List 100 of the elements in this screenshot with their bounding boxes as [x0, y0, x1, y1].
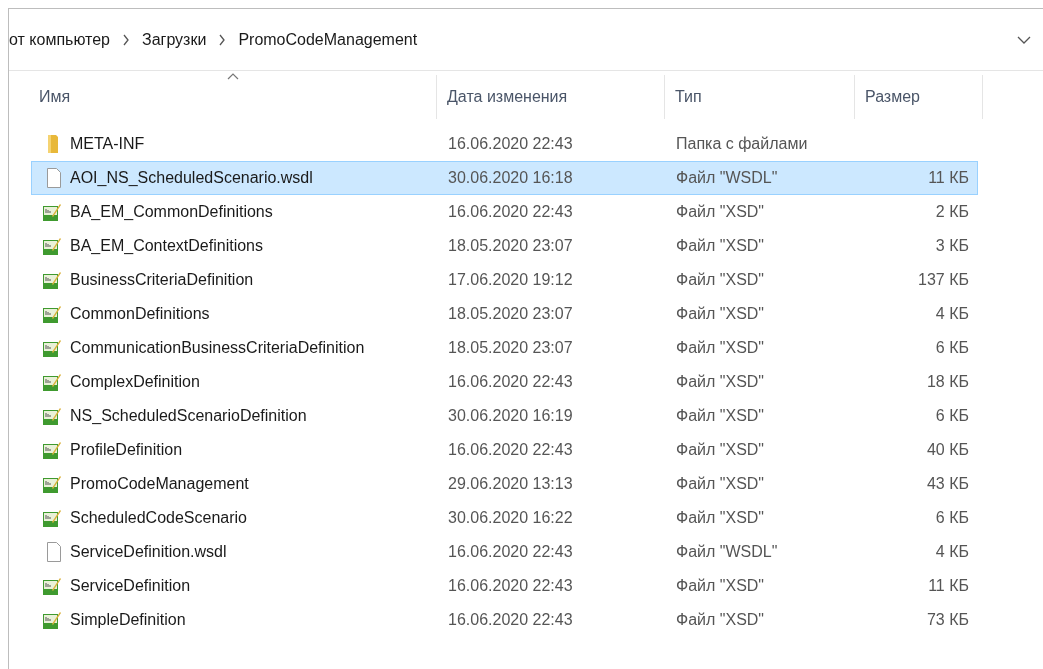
file-row[interactable]: AOI_NS_ScheduledScenario.wsdl 30.06.2020 16:18 Файл "WSDL" 11 КБ [31, 161, 978, 195]
spreadsheet-file-icon [42, 304, 62, 324]
modified-date: 16.06.2020 22:43 [447, 610, 574, 630]
file-type: Файл "XSD" [675, 440, 766, 460]
file-row[interactable]: ComplexDefinition 16.06.2020 22:43 Файл "XSD" 18 КБ [31, 365, 978, 399]
file-row[interactable]: BA_EM_ContextDefinitions 18.05.2020 23:07 Файл "XSD" 3 КБ [31, 229, 978, 263]
file-row[interactable]: PromoCodeManagement 29.06.2020 13:13 Файл "XSD" 43 КБ [31, 467, 978, 501]
modified-date: 18.05.2020 23:07 [447, 304, 574, 324]
modified-date: 16.06.2020 22:43 [447, 202, 574, 222]
file-name: ScheduledCodeScenario [69, 508, 248, 528]
column-header[interactable]: Дата изменения [437, 75, 665, 119]
chevron-right-icon [218, 33, 227, 46]
file-type: Файл "WSDL" [675, 542, 779, 562]
sort-ascending-icon [226, 73, 239, 80]
file-type: Файл "XSD" [675, 236, 766, 256]
file-row[interactable]: ProfileDefinition 16.06.2020 22:43 Файл "XSD" 40 КБ [31, 433, 978, 467]
file-row[interactable]: CommunicationBusinessCriteriaDefinition 18.05.2020 23:07 Файл "XSD" 6 КБ [31, 331, 978, 365]
file-name: ServiceDefinition.wsdl [69, 542, 228, 562]
modified-date: 17.06.2020 19:12 [447, 270, 574, 290]
file-type: Файл "XSD" [675, 270, 766, 290]
file-size: 18 КБ [926, 372, 969, 392]
file-name: ComplexDefinition [69, 372, 201, 392]
breadcrumb-item[interactable]: от компьютер [9, 27, 110, 52]
column-header[interactable]: Имя [29, 75, 437, 119]
file-type: Файл "XSD" [675, 474, 766, 494]
file-size: 40 КБ [926, 440, 969, 460]
spreadsheet-file-icon [42, 270, 62, 290]
spreadsheet-file-icon [42, 508, 62, 528]
file-name: PromoCodeManagement [69, 474, 250, 494]
file-type: Файл "XSD" [675, 304, 766, 324]
file-row[interactable]: ServiceDefinition.wsdl 16.06.2020 22:43 Файл "WSDL" 4 КБ [31, 535, 978, 569]
file-name: SimpleDefinition [69, 610, 187, 630]
file-icon [46, 542, 62, 562]
file-type: Файл "XSD" [675, 508, 766, 528]
file-name: ProfileDefinition [69, 440, 184, 460]
file-type: Файл "XSD" [675, 610, 766, 630]
file-type: Файл "XSD" [675, 202, 766, 222]
file-type: Файл "XSD" [675, 372, 766, 392]
modified-date: 30.06.2020 16:19 [447, 406, 574, 426]
breadcrumb-item[interactable]: Загрузки [142, 27, 207, 52]
spreadsheet-file-icon [42, 236, 62, 256]
file-name: NS_ScheduledScenarioDefinition [69, 406, 308, 426]
file-name: BusinessCriteriaDefinition [69, 270, 255, 290]
file-name: ServiceDefinition [69, 576, 192, 596]
file-size: 6 КБ [935, 406, 969, 426]
file-size: 2 КБ [935, 202, 969, 222]
chevron-right-icon [122, 33, 130, 46]
file-size: 137 КБ [918, 270, 969, 290]
column-header[interactable]: Размер [855, 75, 983, 119]
file-size: 6 КБ [935, 508, 969, 528]
spreadsheet-file-icon [42, 440, 62, 460]
file-name: BA_EM_CommonDefinitions [69, 202, 274, 222]
file-row[interactable]: NS_ScheduledScenarioDefinition 30.06.2020 16:19 Файл "XSD" 6 КБ [31, 399, 978, 433]
file-row[interactable]: META-INF 16.06.2020 22:43 Папка с файлами [31, 127, 978, 161]
spreadsheet-file-icon [42, 406, 62, 426]
spreadsheet-file-icon [42, 576, 62, 596]
modified-date: 16.06.2020 22:43 [447, 576, 574, 596]
modified-date: 29.06.2020 13:13 [447, 474, 574, 494]
modified-date: 30.06.2020 16:22 [447, 508, 574, 528]
spreadsheet-file-icon [42, 610, 62, 630]
file-size: 11 КБ [928, 168, 969, 188]
file-type: Файл "WSDL" [675, 168, 779, 188]
modified-date: 18.05.2020 23:07 [447, 236, 574, 256]
file-name: META-INF [69, 134, 146, 154]
modified-date: 16.06.2020 22:43 [447, 134, 574, 154]
file-row[interactable]: BusinessCriteriaDefinition 17.06.2020 19:12 Файл "XSD" 137 КБ [31, 263, 978, 297]
file-name: AOI_NS_ScheduledScenario.wsdl [69, 168, 314, 188]
file-size: 73 КБ [926, 610, 969, 630]
file-type: Файл "XSD" [675, 338, 766, 358]
file-row[interactable]: ServiceDefinition 16.06.2020 22:43 Файл "XSD" 11 КБ [31, 569, 978, 603]
modified-date: 16.06.2020 22:43 [447, 542, 574, 562]
file-type: Файл "XSD" [675, 576, 766, 596]
file-size: 6 КБ [935, 338, 969, 358]
breadcrumb-item[interactable]: PromoCodeManagement [238, 27, 418, 52]
file-row[interactable]: SimpleDefinition 16.06.2020 22:43 Файл "XSD" 73 КБ [31, 603, 978, 637]
spreadsheet-file-icon [42, 372, 62, 392]
modified-date: 16.06.2020 22:43 [447, 440, 574, 460]
spreadsheet-file-icon [42, 338, 62, 358]
spreadsheet-file-icon [42, 202, 62, 222]
file-size: 3 КБ [935, 236, 969, 256]
file-name: CommunicationBusinessCriteriaDefinition [69, 338, 366, 358]
file-size: 11 КБ [928, 576, 969, 596]
column-header[interactable]: Тип [665, 75, 855, 119]
file-size: 4 КБ [935, 542, 969, 562]
file-row[interactable]: BA_EM_CommonDefinitions 16.06.2020 22:43 Файл "XSD" 2 КБ [31, 195, 978, 229]
modified-date: 16.06.2020 22:43 [447, 372, 574, 392]
file-name: BA_EM_ContextDefinitions [69, 236, 264, 256]
file-row[interactable]: ScheduledCodeScenario 30.06.2020 16:22 Файл "XSD" 6 КБ [31, 501, 978, 535]
file-size: 43 КБ [926, 474, 969, 494]
file-name: CommonDefinitions [69, 304, 211, 324]
file-icon [46, 168, 62, 188]
modified-date: 18.05.2020 23:07 [447, 338, 574, 358]
modified-date: 30.06.2020 16:18 [447, 168, 574, 188]
spreadsheet-file-icon [42, 474, 62, 494]
chevron-down-icon[interactable] [1017, 34, 1031, 45]
file-row[interactable]: CommonDefinitions 18.05.2020 23:07 Файл "XSD" 4 КБ [31, 297, 978, 331]
file-type: Папка с файлами [675, 134, 809, 154]
address-bar[interactable]: от компьютер Загрузки PromoCodeManagement [9, 9, 1043, 71]
file-type: Файл "XSD" [675, 406, 766, 426]
file-size: 4 КБ [935, 304, 969, 324]
